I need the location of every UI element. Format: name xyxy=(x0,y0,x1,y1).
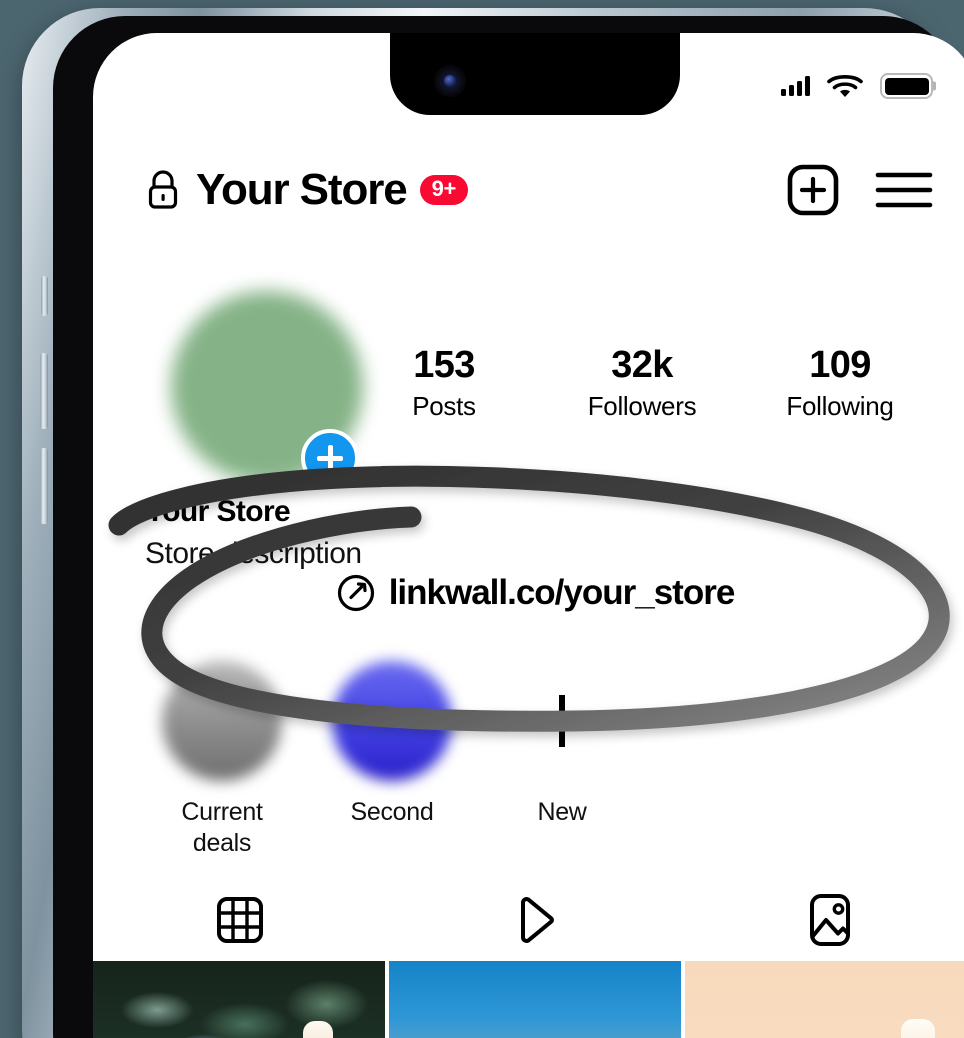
highlight-second[interactable]: Second xyxy=(307,661,477,861)
play-triangle-icon xyxy=(521,897,554,943)
hamburger-menu-icon[interactable] xyxy=(875,169,933,211)
highlight-new[interactable]: New xyxy=(477,661,647,861)
page-title: Your Store xyxy=(196,165,408,214)
highlight-label: Current deals xyxy=(137,797,307,858)
stat-following[interactable]: 109 Following xyxy=(741,344,939,422)
notch xyxy=(390,33,680,115)
wifi-icon xyxy=(827,74,863,97)
profile-tab-bar xyxy=(93,881,964,959)
reels-tab[interactable] xyxy=(388,893,683,947)
profile-bio: Your Store Store description xyxy=(145,495,362,571)
highlight-label: Second xyxy=(350,798,434,826)
tagged-tab[interactable] xyxy=(682,892,964,948)
profile-stats: 153 Posts 32k Followers 109 Following xyxy=(345,283,939,422)
front-camera-icon xyxy=(434,65,466,97)
stat-posts-value: 153 xyxy=(413,344,475,386)
stat-followers-label: Followers xyxy=(587,390,697,421)
phone-screen: Your Store 9+ 153 Posts 32k Followers 10… xyxy=(93,33,964,1038)
photo-thumbnail-2[interactable] xyxy=(389,961,681,1038)
stat-posts-label: Posts xyxy=(412,390,476,421)
profile-description: Store description xyxy=(145,537,362,570)
notification-badge: 9+ xyxy=(419,175,468,205)
grid-tab[interactable] xyxy=(93,894,388,946)
link-chain-icon xyxy=(337,574,374,612)
app-header: Your Store 9+ xyxy=(93,151,964,229)
stat-posts[interactable]: 153 Posts xyxy=(345,344,543,422)
highlight-label: New xyxy=(537,798,587,826)
profile-name: Your Store xyxy=(145,495,291,528)
stat-following-label: Following xyxy=(786,390,894,421)
stat-following-value: 109 xyxy=(809,344,871,386)
highlight-cover xyxy=(162,661,282,781)
profile-link-row[interactable]: linkwall.co/your_store xyxy=(93,573,964,613)
status-bar xyxy=(781,73,933,99)
photo-thumbnail-3[interactable] xyxy=(685,961,964,1038)
highlight-label-line1: Current xyxy=(181,798,263,826)
plus-circle-icon[interactable] xyxy=(301,429,359,487)
highlight-current-deals[interactable]: Current deals xyxy=(137,661,307,861)
photo-grid xyxy=(93,961,964,1038)
stat-followers[interactable]: 32k Followers xyxy=(543,344,741,422)
highlight-label-line2: deals xyxy=(192,828,252,857)
silent-switch-button[interactable] xyxy=(41,276,48,316)
header-actions xyxy=(786,163,933,217)
stat-followers-value: 32k xyxy=(611,344,673,386)
battery-icon xyxy=(880,73,933,99)
volume-up-button[interactable] xyxy=(40,353,48,429)
plus-square-icon[interactable] xyxy=(786,163,840,217)
phone-bezel: Your Store 9+ 153 Posts 32k Followers 10… xyxy=(53,16,964,1038)
plus-icon[interactable] xyxy=(502,661,622,781)
cellular-signal-icon xyxy=(781,76,810,96)
phone-frame: Your Store 9+ 153 Posts 32k Followers 10… xyxy=(22,8,964,1038)
screenshot-root: Your Store 9+ 153 Posts 32k Followers 10… xyxy=(0,0,964,1038)
photo-thumbnail-1[interactable] xyxy=(93,961,385,1038)
store-title-group[interactable]: Your Store 9+ xyxy=(143,165,786,215)
grid-icon xyxy=(217,897,264,943)
lock-icon xyxy=(148,170,178,209)
profile-link-text[interactable]: linkwall.co/your_store xyxy=(389,573,736,613)
highlight-cover xyxy=(332,661,452,781)
volume-down-button[interactable] xyxy=(40,448,48,524)
story-highlights: Current deals Second New xyxy=(93,661,964,861)
photo-image-icon xyxy=(809,894,850,946)
profile-row: 153 Posts 32k Followers 109 Following xyxy=(93,283,964,487)
